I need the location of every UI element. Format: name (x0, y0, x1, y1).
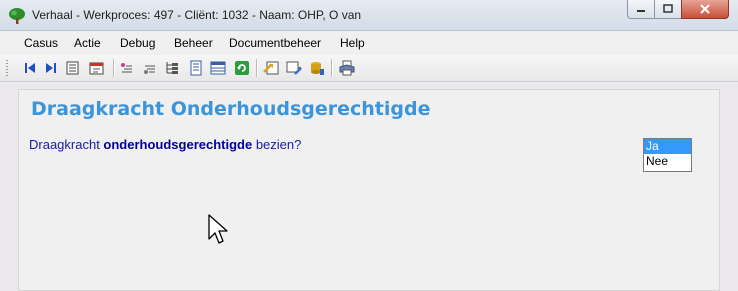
tree-app-icon (9, 8, 25, 24)
tree-icon[interactable] (164, 60, 180, 76)
toolbar-grip[interactable] (6, 60, 8, 76)
menu-debug[interactable]: Debug (120, 36, 155, 50)
title-bar[interactable]: Verhaal - Werkproces: 497 - Cliënt: 1032… (0, 0, 738, 31)
close-button[interactable] (681, 0, 729, 19)
minimize-button[interactable] (627, 0, 655, 19)
menu-beheer[interactable]: Beheer (174, 36, 213, 50)
answer-listbox[interactable]: Ja Nee (643, 138, 692, 172)
print-icon[interactable] (339, 60, 355, 76)
maximize-button[interactable] (654, 0, 682, 19)
question-prefix: Draagkracht (29, 137, 104, 152)
question-suffix: bezien? (252, 137, 302, 152)
sort-asc-icon[interactable] (119, 60, 135, 76)
database-icon[interactable] (309, 60, 325, 76)
document-icon[interactable] (188, 60, 204, 76)
question-text: Draagkracht onderhoudsgerechtigde bezien… (29, 137, 301, 152)
maximize-icon (663, 4, 673, 13)
minimize-icon (637, 10, 645, 12)
refresh-icon[interactable] (234, 60, 250, 76)
window-title: Verhaal - Werkproces: 497 - Cliënt: 1032… (32, 8, 362, 22)
answer-option-nee[interactable]: Nee (644, 154, 691, 169)
close-icon (700, 4, 710, 14)
table-icon[interactable] (210, 60, 226, 76)
toolbar-separator (256, 59, 258, 77)
content-panel: Draagkracht Onderhoudsgerechtigde Draagk… (18, 89, 720, 291)
toolbar (0, 55, 738, 82)
menu-documentbeheer[interactable]: Documentbeheer (229, 36, 321, 50)
list-icon[interactable] (65, 60, 81, 76)
menu-bar: Casus Actie Debug Beheer Documentbeheer … (0, 31, 738, 55)
menu-casus[interactable]: Casus (24, 36, 58, 50)
edit-form-icon[interactable] (89, 60, 105, 76)
import-icon[interactable] (263, 60, 279, 76)
menu-help[interactable]: Help (340, 36, 365, 50)
first-icon[interactable] (22, 60, 38, 76)
sort-desc-icon[interactable] (142, 60, 158, 76)
question-emphasis: onderhoudsgerechtigde (103, 137, 253, 152)
answer-option-ja[interactable]: Ja (644, 139, 691, 154)
next-icon[interactable] (43, 60, 59, 76)
page-title: Draagkracht Onderhoudsgerechtigde (31, 98, 431, 120)
export-icon[interactable] (286, 60, 302, 76)
mouse-cursor-icon (208, 214, 228, 244)
toolbar-separator (113, 59, 115, 77)
menu-actie[interactable]: Actie (74, 36, 101, 50)
toolbar-separator (331, 59, 333, 77)
